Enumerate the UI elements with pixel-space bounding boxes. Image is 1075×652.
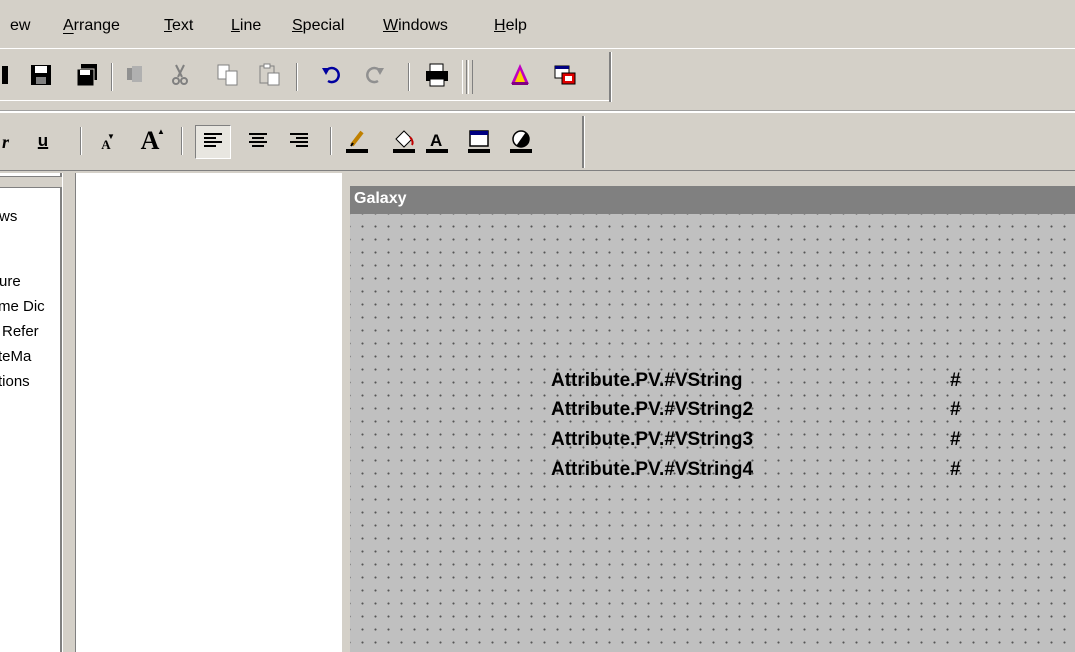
copy-icon[interactable] bbox=[215, 62, 241, 88]
menu-windows-label: Windows bbox=[383, 17, 448, 34]
underline-button[interactable]: u bbox=[30, 128, 56, 154]
menu-help-label: Help bbox=[494, 17, 527, 34]
attribute-reference-text[interactable]: Attribute.PV.#VString4 bbox=[551, 459, 753, 481]
fill-color-icon[interactable] bbox=[391, 128, 417, 154]
menu-special-label: Special bbox=[292, 17, 345, 34]
attribute-reference-text[interactable]: Attribute.PV.#VString3 bbox=[551, 429, 753, 451]
line-color-icon[interactable] bbox=[344, 128, 370, 154]
shadow-color-icon[interactable] bbox=[508, 128, 534, 154]
toolbar-separator bbox=[111, 63, 113, 91]
align-center-icon[interactable] bbox=[245, 128, 271, 154]
menu-windows[interactable]: Windows bbox=[383, 17, 448, 35]
svg-text:r: r bbox=[2, 132, 10, 152]
panel-splitter[interactable] bbox=[62, 173, 76, 652]
tree-item[interactable]: Refer bbox=[2, 323, 60, 340]
toolbar-handle bbox=[462, 60, 467, 94]
toolbar-separator bbox=[80, 127, 82, 155]
paste-icon[interactable] bbox=[257, 62, 283, 88]
galaxy-title-bar[interactable]: Galaxy bbox=[350, 186, 1075, 214]
partial-icon[interactable] bbox=[0, 62, 20, 88]
galaxy-title: Galaxy bbox=[354, 190, 407, 207]
window-color-icon[interactable] bbox=[466, 128, 492, 154]
menu-arrange[interactable]: Arrange bbox=[63, 17, 120, 35]
align-right-icon[interactable] bbox=[286, 128, 312, 154]
menu-special[interactable]: Special bbox=[292, 17, 344, 35]
font-smaller-arrow-icon: ▼ bbox=[107, 132, 115, 141]
toolbar-edge bbox=[609, 52, 612, 102]
attribute-value-text[interactable]: # bbox=[950, 370, 961, 392]
toolbar-separator bbox=[408, 63, 410, 91]
cut-icon[interactable] bbox=[167, 62, 193, 88]
underline-label: u bbox=[37, 131, 49, 150]
attribute-value-text[interactable]: # bbox=[950, 459, 961, 481]
toolbar-separator bbox=[181, 127, 183, 155]
tree-item[interactable]: me Dic bbox=[0, 298, 60, 315]
tree-item[interactable]: ure bbox=[0, 273, 21, 290]
app-icon[interactable] bbox=[552, 62, 578, 88]
italic-icon[interactable]: r bbox=[0, 128, 20, 154]
wizard-icon[interactable] bbox=[507, 62, 533, 88]
tree-header-bar bbox=[0, 176, 64, 188]
attribute-value-text[interactable]: # bbox=[950, 399, 961, 421]
toolbar-handle bbox=[468, 60, 473, 94]
toolbar-row-separator bbox=[0, 110, 1075, 113]
print-icon[interactable] bbox=[424, 62, 450, 88]
toolbar-bottom-divider bbox=[0, 170, 1075, 171]
undo-icon[interactable] bbox=[320, 62, 346, 88]
list-panel[interactable] bbox=[75, 173, 343, 652]
tree-panel bbox=[0, 173, 62, 652]
menu-line[interactable]: Line bbox=[231, 17, 261, 35]
redo-icon[interactable] bbox=[360, 62, 386, 88]
tree-item[interactable]: ws bbox=[0, 208, 17, 225]
menu-text-label: Text bbox=[164, 17, 194, 34]
text-color-icon[interactable]: A bbox=[424, 128, 450, 154]
tree-item[interactable]: tions bbox=[0, 373, 60, 390]
svg-text:A: A bbox=[430, 131, 442, 150]
font-larger-button[interactable]: A ▲ bbox=[137, 126, 165, 155]
attribute-reference-text[interactable]: Attribute.PV.#VString bbox=[551, 370, 742, 392]
font-larger-arrow-icon: ▲ bbox=[157, 127, 165, 136]
toolbar-edge bbox=[582, 116, 585, 168]
menu-help[interactable]: Help bbox=[494, 17, 527, 35]
menu-divider bbox=[0, 48, 1075, 49]
save-all-icon[interactable] bbox=[74, 62, 100, 88]
attribute-value-text[interactable]: # bbox=[950, 429, 961, 451]
attribute-reference-text[interactable]: Attribute.PV.#VString2 bbox=[551, 399, 753, 421]
menu-text[interactable]: Text bbox=[164, 17, 193, 35]
menu-view[interactable]: ew bbox=[10, 17, 30, 35]
font-smaller-button[interactable]: A ▼ bbox=[93, 128, 119, 154]
menu-line-label: Line bbox=[231, 17, 262, 34]
toolbar-separator bbox=[296, 63, 298, 91]
menu-arrange-label: Arrange bbox=[63, 17, 120, 34]
toolbar-separator bbox=[330, 127, 332, 155]
cut-object-icon[interactable] bbox=[122, 62, 148, 88]
save-icon[interactable] bbox=[28, 62, 54, 88]
tree-item[interactable]: teMa bbox=[0, 348, 60, 365]
menu-bar: ew Arrange Text Line Special Windows Hel… bbox=[0, 0, 1075, 50]
align-left-icon[interactable] bbox=[200, 128, 226, 154]
